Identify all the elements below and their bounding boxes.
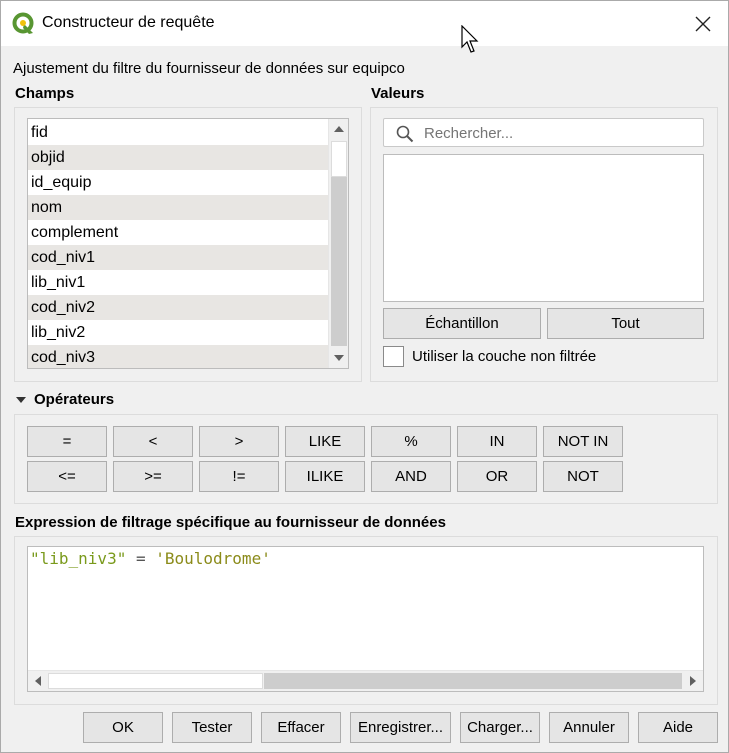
field-item[interactable]: cod_niv2 bbox=[28, 295, 328, 320]
title-bar: Constructeur de requête bbox=[1, 1, 728, 46]
search-icon bbox=[396, 125, 414, 143]
expression-label: Expression de filtrage spécifique au fou… bbox=[15, 514, 446, 531]
field-item[interactable]: objid bbox=[28, 145, 328, 170]
operator-button[interactable]: ILIKE bbox=[285, 461, 365, 492]
operator-button[interactable]: IN bbox=[457, 426, 537, 457]
operator-button[interactable]: AND bbox=[371, 461, 451, 492]
expression-editor[interactable]: "lib_niv3" = 'Boulodrome' bbox=[27, 546, 704, 692]
test-button[interactable]: Tester bbox=[172, 712, 252, 743]
values-label: Valeurs bbox=[371, 85, 425, 102]
operator-button[interactable]: <= bbox=[27, 461, 107, 492]
hscrollbar-track[interactable] bbox=[264, 673, 682, 689]
close-icon[interactable] bbox=[691, 12, 715, 36]
expression-operator-token: = bbox=[126, 549, 156, 568]
unfiltered-checkbox-label: Utiliser la couche non filtrée bbox=[412, 348, 597, 365]
expression-text: "lib_niv3" = 'Boulodrome' bbox=[30, 549, 271, 568]
scrollbar-track[interactable] bbox=[331, 177, 347, 346]
expression-hscrollbar[interactable] bbox=[28, 670, 703, 691]
field-item[interactable]: complement bbox=[28, 220, 328, 245]
clear-button[interactable]: Effacer bbox=[261, 712, 341, 743]
all-button[interactable]: Tout bbox=[547, 308, 704, 339]
sample-button[interactable]: Échantillon bbox=[383, 308, 541, 339]
values-search bbox=[383, 118, 704, 147]
operator-button[interactable]: OR bbox=[457, 461, 537, 492]
operator-button[interactable]: != bbox=[199, 461, 279, 492]
unfiltered-checkbox[interactable] bbox=[383, 346, 404, 367]
field-item[interactable]: id_equip bbox=[28, 170, 328, 195]
mouse-pointer-icon bbox=[461, 25, 479, 53]
expression-string-token: 'Boulodrome' bbox=[155, 549, 271, 568]
operator-button[interactable]: < bbox=[113, 426, 193, 457]
qgis-logo-icon bbox=[12, 12, 34, 34]
operators-label: Opérateurs bbox=[34, 391, 115, 408]
field-item[interactable]: cod_niv3 bbox=[28, 345, 328, 368]
field-item[interactable]: nom bbox=[28, 195, 328, 220]
operator-button[interactable]: NOT IN bbox=[543, 426, 623, 457]
operator-button[interactable]: >= bbox=[113, 461, 193, 492]
operator-button[interactable]: LIKE bbox=[285, 426, 365, 457]
operator-button[interactable]: = bbox=[27, 426, 107, 457]
operator-button[interactable]: NOT bbox=[543, 461, 623, 492]
scroll-left-icon[interactable] bbox=[28, 671, 48, 691]
scroll-down-icon[interactable] bbox=[329, 348, 349, 368]
ok-button[interactable]: OK bbox=[83, 712, 163, 743]
operators-header[interactable]: Opérateurs bbox=[15, 391, 114, 408]
query-builder-dialog: Constructeur de requête Ajustement du fi… bbox=[0, 0, 729, 753]
triangle-down-icon bbox=[16, 396, 26, 403]
fields-list[interactable]: fid objid id_equip nom complement cod_niv1 lib… bbox=[27, 118, 349, 369]
field-item[interactable]: fid bbox=[28, 120, 328, 145]
fields-items: fid objid id_equip nom complement cod_niv1 lib… bbox=[28, 120, 328, 368]
operator-button[interactable]: % bbox=[371, 426, 451, 457]
save-button[interactable]: Enregistrer... bbox=[350, 712, 451, 743]
cancel-button[interactable]: Annuler bbox=[549, 712, 629, 743]
values-list[interactable] bbox=[383, 154, 704, 302]
operator-button[interactable]: > bbox=[199, 426, 279, 457]
expression-field-token: "lib_niv3" bbox=[30, 549, 127, 568]
search-input[interactable] bbox=[422, 122, 697, 144]
scrollbar-thumb[interactable] bbox=[331, 141, 347, 177]
hscrollbar-thumb[interactable] bbox=[48, 673, 263, 689]
help-button[interactable]: Aide bbox=[638, 712, 718, 743]
scroll-up-icon[interactable] bbox=[329, 119, 349, 139]
field-item[interactable]: lib_niv2 bbox=[28, 320, 328, 345]
fields-label: Champs bbox=[15, 85, 75, 102]
field-item[interactable]: lib_niv1 bbox=[28, 270, 328, 295]
field-item[interactable]: cod_niv1 bbox=[28, 245, 328, 270]
load-button[interactable]: Charger... bbox=[460, 712, 540, 743]
dialog-subtitle: Ajustement du filtre du fournisseur de d… bbox=[13, 60, 405, 77]
window-title: Constructeur de requête bbox=[42, 14, 215, 31]
scroll-right-icon[interactable] bbox=[683, 671, 703, 691]
fields-scrollbar[interactable] bbox=[328, 119, 349, 368]
